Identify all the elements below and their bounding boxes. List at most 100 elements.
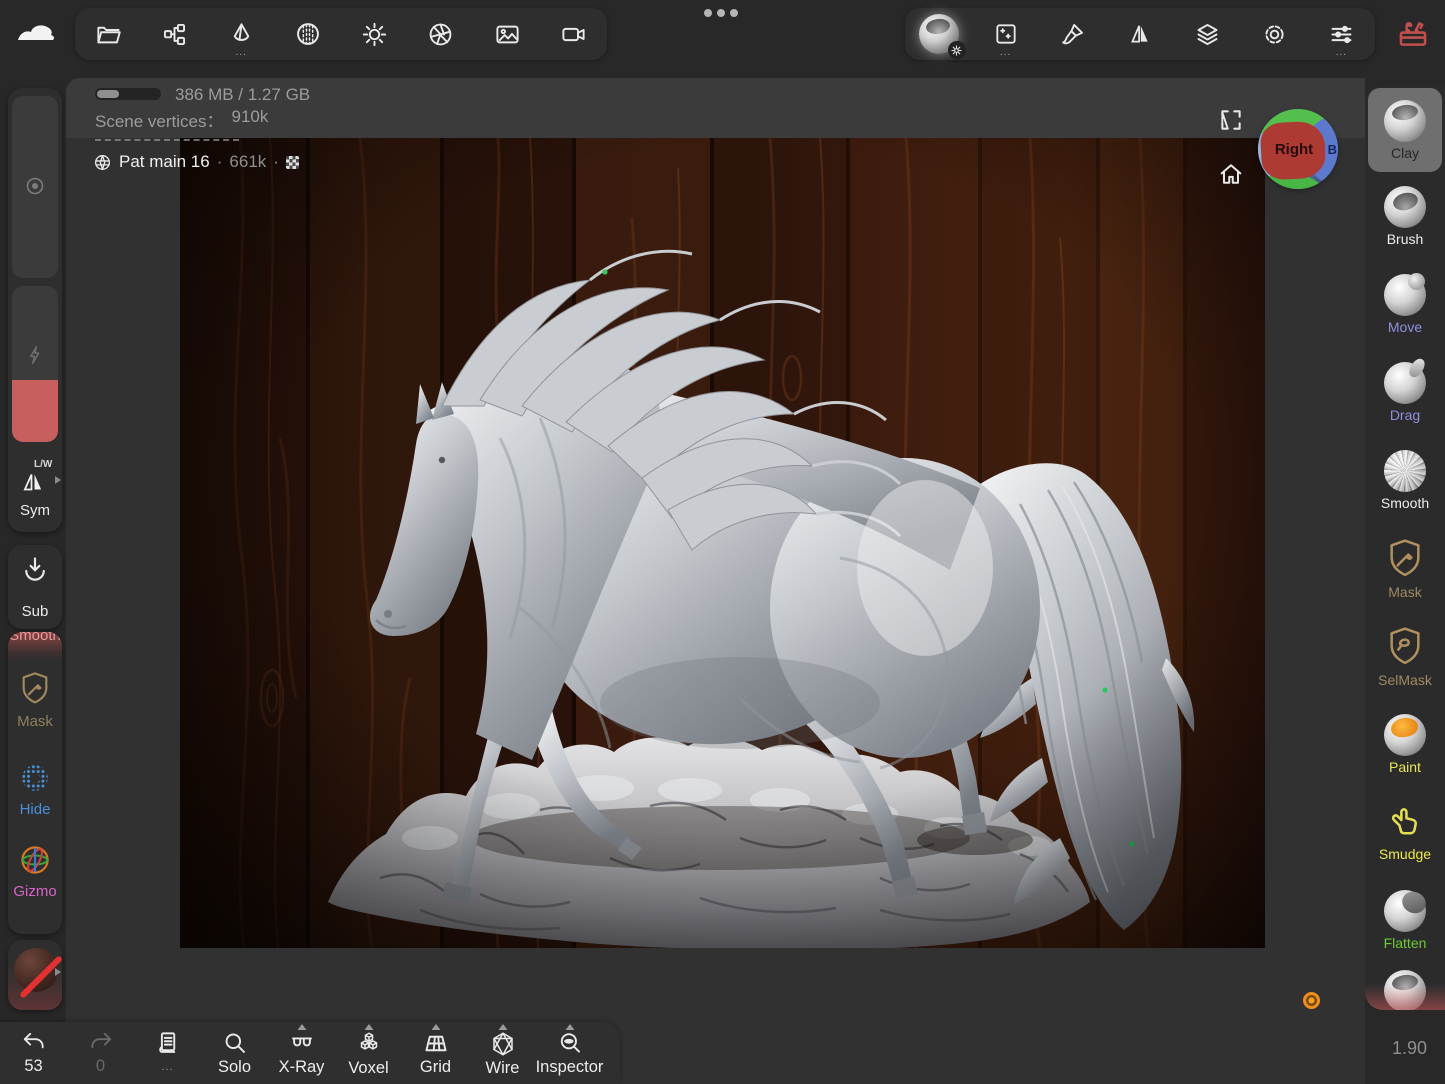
files-button[interactable]	[85, 11, 131, 57]
subdivide-arrow-icon	[8, 553, 62, 585]
undo-count: 53	[24, 1057, 42, 1075]
pointer-indicator-icon	[1303, 992, 1320, 1009]
stamp-alpha-button[interactable]: ...	[983, 11, 1029, 57]
camera-button[interactable]	[551, 11, 597, 57]
adjust-sliders-button[interactable]: ...	[1318, 11, 1364, 57]
memory-usage-text: 386 MB / 1.27 GB	[175, 85, 310, 105]
tool-panel: Clay Brush Move Drag Smooth Mask SelMask…	[1365, 85, 1445, 1010]
sphere-clay-icon	[1384, 100, 1426, 142]
sphere-move-icon	[1384, 274, 1426, 316]
tool-selmask[interactable]: SelMask	[1365, 612, 1445, 700]
solo-toggle[interactable]: Solo	[201, 1022, 268, 1084]
radius-slider[interactable]	[12, 96, 58, 278]
orientation-gizmo[interactable]: Right B	[1258, 109, 1338, 189]
tool-label: Mask	[1388, 585, 1421, 599]
grid-toggle[interactable]: Grid	[402, 1022, 469, 1084]
sphere-flatten-icon	[1384, 890, 1426, 932]
redo-arrow-icon	[87, 1030, 115, 1056]
tool-label: Brush	[1387, 232, 1424, 246]
shortcut-mask[interactable]: Mask	[8, 670, 62, 730]
tool-label: Smooth	[1381, 496, 1429, 510]
xray-label: X-Ray	[279, 1058, 325, 1076]
xray-toggle[interactable]: X-Ray	[268, 1022, 335, 1084]
shortcut-smooth[interactable]: Smooth	[8, 632, 62, 662]
sliders-more: ...	[1318, 48, 1364, 58]
grid-label: Grid	[420, 1058, 451, 1076]
caret-up-icon	[565, 1024, 574, 1030]
undo-button[interactable]: 53	[0, 1022, 67, 1084]
checkerboard-icon	[286, 156, 299, 169]
tool-label: SelMask	[1378, 673, 1432, 687]
settings-button[interactable]	[1251, 11, 1297, 57]
zoom-level: 1.90	[1392, 1038, 1427, 1059]
paint-mode-button[interactable]	[1050, 11, 1096, 57]
fullscreen-button[interactable]	[1218, 107, 1244, 133]
matcap-material-button[interactable]	[916, 11, 962, 57]
voxel-toggle[interactable]: Voxel	[335, 1022, 402, 1084]
wire-label: Wire	[486, 1059, 520, 1077]
inspector-toggle[interactable]: Inspector	[536, 1022, 603, 1084]
tool-label: Smudge	[1379, 847, 1431, 861]
background-image-button[interactable]	[484, 11, 530, 57]
sphere-slash-icon	[14, 948, 58, 992]
scene-graph-button[interactable]	[152, 11, 198, 57]
shortcut-hide[interactable]: Hide	[8, 760, 62, 818]
history-notes-button[interactable]: ...	[134, 1022, 201, 1084]
glasses-icon	[287, 1030, 317, 1057]
caret-up-icon	[297, 1024, 306, 1030]
primitive-more: ...	[218, 48, 264, 58]
light-button[interactable]	[351, 11, 397, 57]
material-button[interactable]	[285, 11, 331, 57]
tool-flatten[interactable]: Flatten	[1365, 876, 1445, 964]
radius-dot-icon	[12, 174, 58, 198]
gizmo-label: Gizmo	[8, 883, 62, 900]
primitive-button[interactable]: ...	[218, 11, 264, 57]
intensity-slider[interactable]	[12, 286, 58, 442]
dot-separator: ·	[273, 152, 279, 172]
shield-brush-icon	[1385, 537, 1425, 581]
tool-drag[interactable]: Drag	[1365, 348, 1445, 436]
stamp-more: ...	[983, 48, 1029, 58]
tool-smudge[interactable]: Smudge	[1365, 788, 1445, 876]
sculpt-viewport[interactable]	[180, 138, 1265, 948]
shortcut-gizmo[interactable]: Gizmo	[8, 842, 62, 900]
symmetry-toggle[interactable]: L/W Sym	[8, 460, 62, 532]
app-logo-icon[interactable]	[12, 16, 58, 48]
sub-card[interactable]: Sub	[8, 545, 62, 629]
gizmo-orb-icon	[8, 842, 62, 878]
home-icon	[1217, 160, 1245, 188]
magnifier-eye-icon	[556, 1030, 584, 1057]
tool-move[interactable]: Move	[1365, 260, 1445, 348]
scene-vertices-value: 910k	[232, 107, 269, 132]
notebook-icon	[154, 1030, 181, 1057]
tool-label: Drag	[1390, 408, 1420, 422]
sub-label: Sub	[8, 603, 62, 620]
caret-up-icon	[498, 1024, 507, 1030]
toolbox-button[interactable]	[1392, 12, 1434, 56]
voxel-label: Voxel	[348, 1059, 388, 1077]
postprocess-button[interactable]	[418, 11, 464, 57]
orientation-front-label: Right	[1264, 141, 1324, 158]
redo-button[interactable]: 0	[67, 1022, 134, 1084]
tool-brush[interactable]: Brush	[1365, 172, 1445, 260]
matcap-sphere-icon	[919, 14, 959, 54]
home-view-button[interactable]	[1217, 160, 1245, 188]
layers-button[interactable]	[1184, 11, 1230, 57]
redo-count: 0	[96, 1057, 105, 1075]
tool-mask[interactable]: Mask	[1365, 524, 1445, 612]
dot-separator: ·	[217, 152, 223, 172]
tool-paint[interactable]: Paint	[1365, 700, 1445, 788]
voxel-cubes-icon	[355, 1030, 383, 1058]
tool-smooth[interactable]: Smooth	[1365, 436, 1445, 524]
sphere-smooth-icon	[1384, 450, 1426, 492]
memory-usage-bar	[95, 88, 161, 100]
tool-clay[interactable]: Clay	[1368, 88, 1442, 172]
caret-up-icon	[364, 1024, 373, 1030]
active-object-row[interactable]: Pat main 16 · 661k ·	[93, 152, 299, 172]
symmetry-label: Sym	[8, 502, 62, 519]
orientation-side-label: B	[1328, 142, 1337, 157]
material-toggle-card[interactable]	[8, 940, 62, 1010]
symmetry-button[interactable]	[1117, 11, 1163, 57]
tool-partial[interactable]	[1365, 964, 1445, 1010]
wire-toggle[interactable]: Wire	[469, 1022, 536, 1084]
